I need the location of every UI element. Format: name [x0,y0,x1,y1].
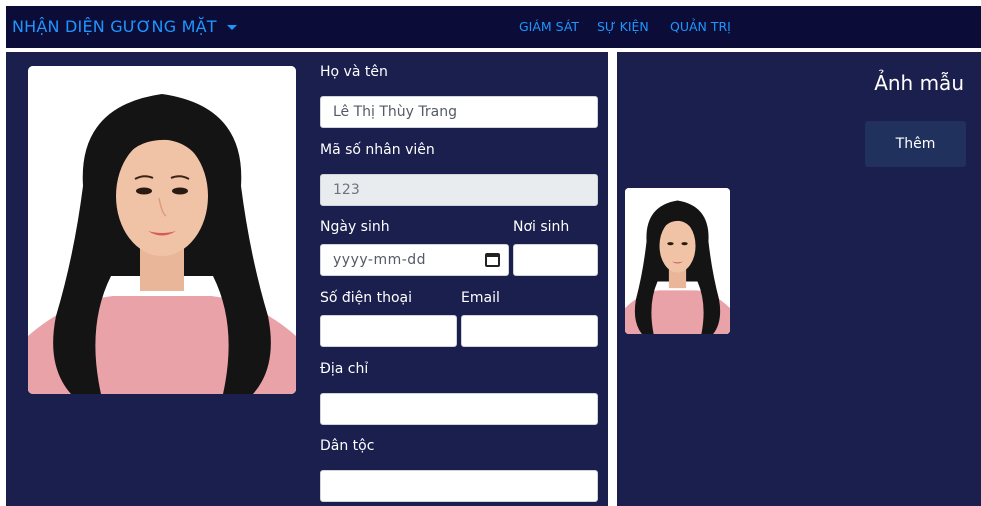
nav-su-kien[interactable]: SỰ KIỆN [597,19,649,34]
ethnicity-label: Dân tộc [320,438,375,454]
dob-input[interactable]: yyyy-mm-dd [320,244,509,276]
full-name-input[interactable]: Lê Thị Thùy Trang [320,96,598,128]
top-navbar: NHẬN DIỆN GƯƠNG MẶT GIÁM SÁT SỰ KIỆN QUẢ… [6,6,981,48]
employee-photo [28,66,296,394]
add-sample-button[interactable]: Thêm [865,121,966,167]
sample-images-title: Ảnh mẫu [874,71,964,95]
brand-dropdown[interactable]: NHẬN DIỆN GƯƠNG MẶT [12,17,237,36]
brand-title: NHẬN DIỆN GƯƠNG MẶT [12,17,217,36]
nav-quan-tri[interactable]: QUẢN TRỊ [670,19,731,34]
ethnicity-input[interactable] [320,470,598,502]
add-sample-label: Thêm [895,136,936,152]
employee-id-label: Mã số nhân viên [320,142,435,158]
email-input[interactable] [461,315,598,347]
address-label: Địa chỉ [320,361,369,377]
address-input[interactable] [320,393,598,425]
sample-image-thumbnail[interactable] [625,188,730,334]
full-name-label: Họ và tên [320,64,388,80]
birthplace-label: Nơi sinh [513,219,570,235]
phone-label: Số điện thoại [320,290,413,306]
phone-input[interactable] [320,315,457,347]
nav-giam-sat[interactable]: GIÁM SÁT [519,19,579,34]
birthplace-input[interactable] [513,244,598,276]
dob-placeholder: yyyy-mm-dd [333,252,427,268]
employee-id-input[interactable]: 123 [320,174,598,206]
caret-down-icon [226,25,237,30]
email-label: Email [461,290,500,306]
full-name-value: Lê Thị Thùy Trang [333,104,458,120]
calendar-icon[interactable] [485,253,500,267]
dob-label: Ngày sinh [320,219,390,235]
employee-id-value: 123 [333,182,360,198]
